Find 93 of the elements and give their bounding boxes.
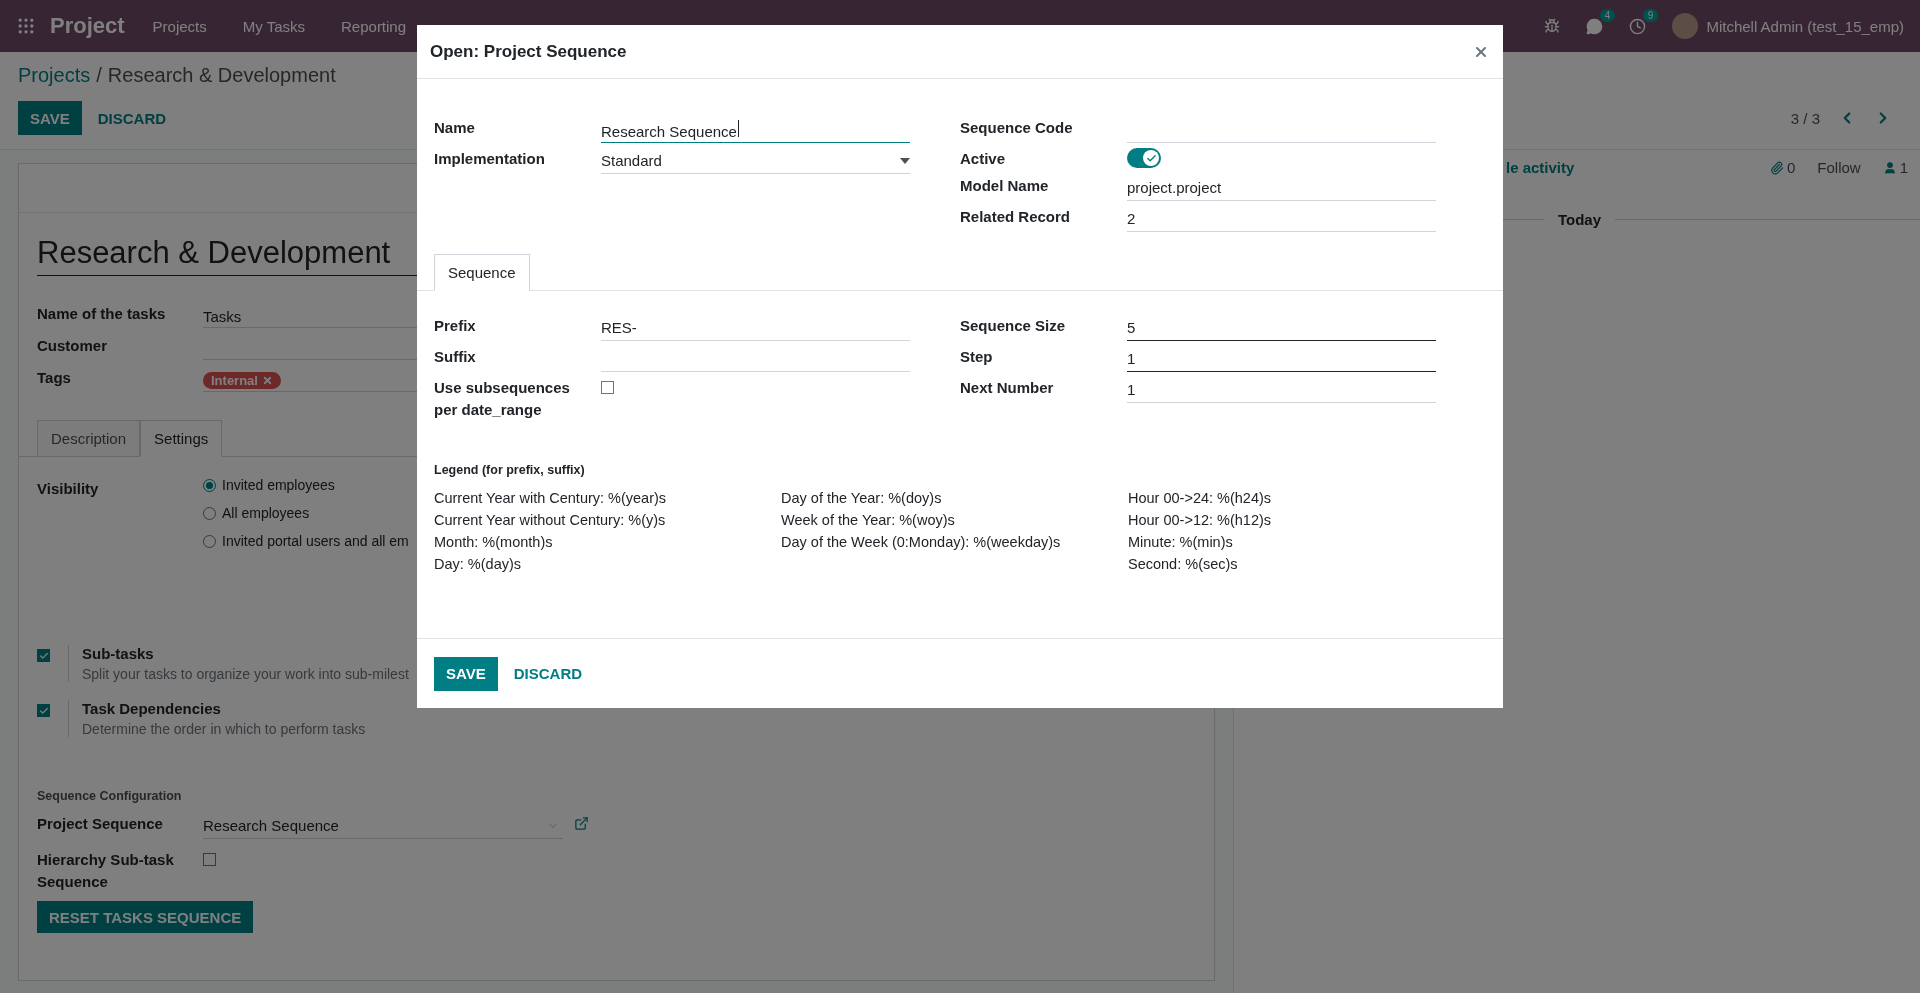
input-field[interactable]: 5 <box>1127 315 1436 341</box>
breadcrumb-separator: / <box>96 63 102 87</box>
user-avatar[interactable] <box>1672 13 1699 39</box>
checkbox[interactable] <box>37 649 50 662</box>
input-field[interactable]: RES- <box>601 315 910 341</box>
check-icon <box>38 650 49 661</box>
save-button[interactable]: SAVE <box>434 656 498 691</box>
feature-title: Task Dependencies <box>82 700 222 717</box>
field-label: Implementation <box>434 149 546 169</box>
follower-count: 1 <box>1899 159 1908 176</box>
field-label: Customer <box>37 336 108 356</box>
legend-item: Week of the Year: %(woy)s <box>781 511 956 530</box>
field-label: Next Number <box>960 378 1055 398</box>
check-icon <box>38 705 49 716</box>
breadcrumb-current: Research & Development <box>107 63 336 87</box>
field-label: Use subsequences per date_range <box>434 378 571 420</box>
tab[interactable]: Description <box>37 420 141 457</box>
legend-item: Second: %(sec)s <box>1128 555 1239 574</box>
follow-button[interactable]: Follow <box>1817 159 1861 176</box>
field-label: Tags <box>37 368 72 388</box>
input-field[interactable]: Research Sequence <box>601 117 910 143</box>
input-field[interactable]: 2 <box>1127 206 1436 232</box>
person-icon <box>1882 160 1897 175</box>
menu-item[interactable]: Reporting <box>341 17 407 35</box>
tag-chip: Internal <box>203 371 281 389</box>
bug-icon[interactable] <box>1544 18 1561 34</box>
field-label: Name of the tasks <box>37 304 167 324</box>
legend-item: Hour 00->12: %(h12)s <box>1128 511 1273 530</box>
tab[interactable]: Settings <box>140 420 223 457</box>
save-button[interactable]: SAVE <box>18 101 82 135</box>
checkbox[interactable] <box>203 853 216 866</box>
field-label: Model Name <box>960 176 1050 196</box>
field-label: Sequence Size <box>960 316 1067 336</box>
legend-item: Day of the Week (0:Monday): %(weekday)s <box>781 533 1062 552</box>
checkbox[interactable] <box>601 381 614 394</box>
legend-item: Current Year with Century: %(year)s <box>434 489 668 508</box>
reset-sequence-button[interactable]: RESET TASKS SEQUENCE <box>37 901 254 933</box>
feature-description: Determine the order in which to perform tasks <box>82 721 366 737</box>
remove-icon <box>261 374 273 386</box>
feature-description: Split your tasks to organize your work into sub-milest <box>82 666 409 682</box>
clock-icon[interactable] <box>1629 17 1647 35</box>
legend-item: Month: %(month)s <box>434 533 554 552</box>
field-label: Step <box>960 347 994 367</box>
menu-item[interactable]: My Tasks <box>242 17 305 35</box>
count-badge: 9 <box>1642 8 1659 22</box>
option-label: Invited employees <box>222 477 335 493</box>
field-label: Hierarchy Sub-task Sequence <box>37 850 175 892</box>
tab[interactable]: Sequence <box>434 254 530 291</box>
input-field[interactable]: 1 <box>1127 346 1436 372</box>
legend-item: Day of the Year: %(doy)s <box>781 489 943 508</box>
option-label: Invited portal users and all em <box>222 533 409 549</box>
legend-item: Hour 00->24: %(h24)s <box>1128 489 1273 508</box>
field-label: Active <box>960 149 1007 169</box>
legend-item: Current Year without Century: %(y)s <box>434 511 667 530</box>
feature-title: Sub-tasks <box>82 645 155 662</box>
select-field[interactable]: Standard <box>601 148 910 174</box>
external-link-icon[interactable] <box>574 816 589 831</box>
date-separator: Today <box>1558 211 1602 228</box>
count-badge: 4 <box>1599 8 1616 22</box>
menu-item[interactable]: Projects <box>152 17 207 35</box>
field-label: Visibility <box>37 479 100 499</box>
attachment-count: 0 <box>1786 159 1796 176</box>
schedule-activity-button[interactable]: le activity <box>1506 159 1575 176</box>
user-name[interactable]: Mitchell Admin (test_15_emp) <box>1706 17 1904 35</box>
checkbox[interactable] <box>37 704 50 717</box>
input-field[interactable]: 1 <box>1127 377 1436 403</box>
paperclip-icon <box>1769 160 1784 175</box>
legend-title: Legend (for prefix, suffix) <box>434 463 586 477</box>
field-label: Prefix <box>434 316 477 336</box>
followers-button[interactable]: 1 <box>1882 159 1908 176</box>
field-label: Related Record <box>960 207 1072 227</box>
legend-item: Minute: %(min)s <box>1128 533 1234 552</box>
legend-item: Day: %(day)s <box>434 555 523 574</box>
breadcrumb-link[interactable]: Projects <box>18 63 91 87</box>
chat-icon[interactable] <box>1586 17 1604 35</box>
field-label: Name <box>434 118 476 138</box>
field-label: Sequence Code <box>960 118 1074 138</box>
app-title: Project <box>50 13 125 39</box>
field-label: Suffix <box>434 347 477 367</box>
discard-button[interactable]: DISCARD <box>501 656 595 691</box>
toggle-switch[interactable] <box>1127 148 1161 168</box>
select-field[interactable]: Research Sequence <box>203 813 563 839</box>
text-cursor <box>737 119 739 137</box>
dialog-title: Open: Project Sequence <box>430 41 627 62</box>
check-icon <box>1145 152 1157 164</box>
input-field[interactable]: project.project <box>1127 175 1436 201</box>
section-heading: Sequence Configuration <box>37 789 183 803</box>
discard-button[interactable]: DISCARD <box>85 101 179 135</box>
pager-text: 3 / 3 <box>1790 109 1820 127</box>
apps-grid-icon[interactable] <box>16 16 36 36</box>
option-label: All employees <box>222 505 310 521</box>
attachments-button[interactable]: 0 <box>1769 159 1796 176</box>
field-label: Project Sequence <box>37 814 164 834</box>
